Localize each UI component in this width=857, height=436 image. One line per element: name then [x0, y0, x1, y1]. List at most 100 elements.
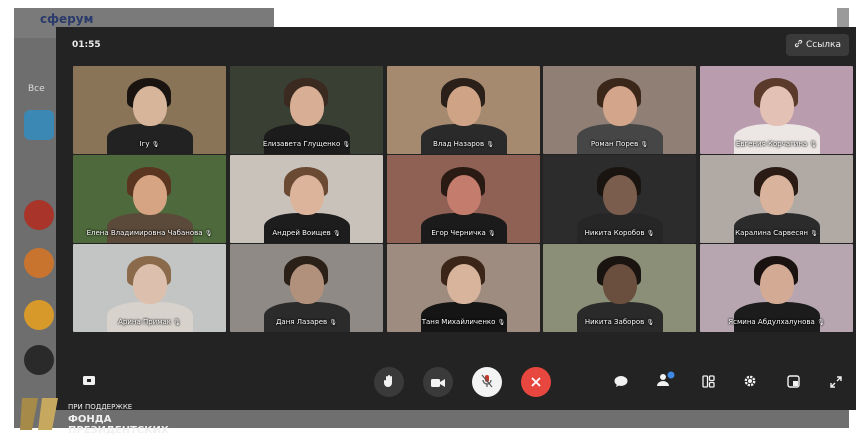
participant-name-label: Даня Лазарев [275, 318, 328, 326]
participant-name: Ігу 🎙 [73, 140, 226, 148]
end-call-icon [530, 373, 542, 392]
participant-face [133, 175, 167, 215]
participant-tile[interactable]: Евгения Корчагина 🎙 [700, 66, 853, 154]
participant-body [107, 124, 193, 154]
microphone-icon: 🎙 [329, 319, 338, 326]
participant-name: Андрей Воищев 🎙 [230, 229, 383, 237]
fullscreen-icon [830, 373, 842, 392]
participant-name: Роман Порев 🎙 [543, 140, 696, 148]
microphone-icon: 🎙 [342, 141, 351, 148]
screen-share-icon [82, 372, 96, 391]
participant-body [734, 124, 820, 154]
participant-name: Арина Примак 🎙 [73, 318, 226, 326]
participant-name-label: Ясмина Абдулхалунова [728, 318, 815, 326]
participant-face [603, 175, 637, 215]
picture-in-picture-button[interactable] [785, 374, 801, 390]
participant-name: Даня Лазарев 🎙 [230, 318, 383, 326]
participants-button[interactable] [655, 371, 677, 391]
chat-icon [614, 373, 628, 392]
participant-tile[interactable]: Никита Коробов 🎙 [543, 155, 696, 243]
participant-name-label: Таня Михайличенко [421, 318, 496, 326]
participant-tile[interactable]: Андрей Воищев 🎙 [230, 155, 383, 243]
participant-tile[interactable]: Ясмина Абдулхалунова 🎙 [700, 244, 853, 332]
chat-button[interactable] [613, 374, 629, 390]
copy-link-button[interactable]: Ссылка [786, 34, 849, 56]
participants-icon [656, 371, 676, 391]
participant-tile[interactable]: Никита Заборов 🎙 [543, 244, 696, 332]
participant-body [421, 213, 507, 243]
camera-icon [431, 373, 445, 392]
participant-face [760, 264, 794, 304]
microphone-icon: 🎙 [486, 141, 494, 148]
microphone-icon: 🎙 [151, 141, 160, 148]
participant-name-label: Влад Назаров [433, 140, 485, 148]
participant-tile[interactable]: Егор Черничка 🎙 [387, 155, 540, 243]
chat-avatar [24, 110, 54, 140]
participant-name: Егор Черничка 🎙 [387, 229, 540, 237]
camera-button[interactable] [423, 367, 453, 397]
raise-hand-button[interactable] [374, 367, 404, 397]
participant-name: Елена Владимировна Чабанова 🎙 [73, 229, 226, 237]
participant-tile[interactable]: Каралина Сарвесян 🎙 [700, 155, 853, 243]
footer-line-3: ПРЕЗИДЕНТСКИХ [68, 425, 169, 436]
microphone-icon: 🎙 [646, 319, 655, 326]
chat-avatar [24, 200, 54, 230]
participant-body [107, 213, 193, 243]
participant-face [290, 264, 324, 304]
participant-body [577, 213, 663, 243]
call-timer: 01:55 [72, 40, 101, 50]
participant-face [290, 86, 324, 126]
participant-name-label: Каралина Сарвесян [735, 229, 808, 237]
microphone-icon: 🎙 [497, 319, 506, 326]
raise-hand-icon [383, 373, 395, 392]
participant-name: Таня Михайличенко 🎙 [387, 318, 540, 326]
participant-body [577, 124, 663, 154]
participant-name-label: Елена Владимировна Чабанова [86, 229, 203, 237]
participant-name: Никита Заборов 🎙 [543, 318, 696, 326]
participant-body [107, 302, 193, 332]
fullscreen-button[interactable] [828, 374, 844, 390]
foundation-logo [18, 396, 62, 432]
participant-face [760, 86, 794, 126]
participant-body [264, 124, 350, 154]
participant-name: Елизавета Глущенко 🎙 [230, 140, 383, 148]
end-call-button[interactable] [521, 367, 551, 397]
microphone-button[interactable] [472, 367, 502, 397]
microphone-icon: 🎙 [646, 230, 655, 237]
participant-name-label: Ігу [139, 140, 150, 148]
participant-name: Ясмина Абдулхалунова 🎙 [700, 318, 853, 326]
participant-tile[interactable]: Даня Лазарев 🎙 [230, 244, 383, 332]
participant-tile[interactable]: Арина Примак 🎙 [73, 244, 226, 332]
participant-face [447, 264, 481, 304]
footer-line-2: ФОНДА [68, 414, 112, 425]
participant-body [577, 302, 663, 332]
participant-name-label: Арина Примак [118, 318, 172, 326]
participant-face [603, 86, 637, 126]
microphone-icon: 🎙 [333, 230, 341, 237]
microphone-icon: 🎙 [809, 141, 818, 148]
participant-name: Никита Коробов 🎙 [543, 229, 696, 237]
participant-body [264, 213, 350, 243]
microphone-icon: 🎙 [640, 141, 649, 148]
screen-share-button[interactable] [81, 373, 97, 389]
participant-body [734, 302, 820, 332]
participant-name: Влад Назаров 🎙 [387, 140, 540, 148]
participant-tile[interactable]: Елена Владимировна Чабанова 🎙 [73, 155, 226, 243]
participant-tile[interactable]: Влад Назаров 🎙 [387, 66, 540, 154]
picture-in-picture-icon [786, 373, 800, 392]
participant-body [421, 302, 507, 332]
participant-tile[interactable]: Елизавета Глущенко 🎙 [230, 66, 383, 154]
chat-avatar [24, 248, 54, 278]
microphone-icon: 🎙 [488, 230, 496, 237]
participant-tile[interactable]: Ігу 🎙 [73, 66, 226, 154]
layout-button[interactable] [700, 374, 716, 390]
participant-body [734, 213, 820, 243]
microphone-icon: 🎙 [817, 319, 825, 326]
settings-button[interactable] [742, 374, 758, 390]
participant-name: Каралина Сарвесян 🎙 [700, 229, 853, 237]
participant-tile[interactable]: Таня Михайличенко 🎙 [387, 244, 540, 332]
participant-name-label: Андрей Воищев [272, 229, 331, 237]
participant-name-label: Елизавета Глущенко [262, 140, 341, 148]
participant-tile[interactable]: Роман Порев 🎙 [543, 66, 696, 154]
microphone-muted-icon [481, 373, 493, 392]
